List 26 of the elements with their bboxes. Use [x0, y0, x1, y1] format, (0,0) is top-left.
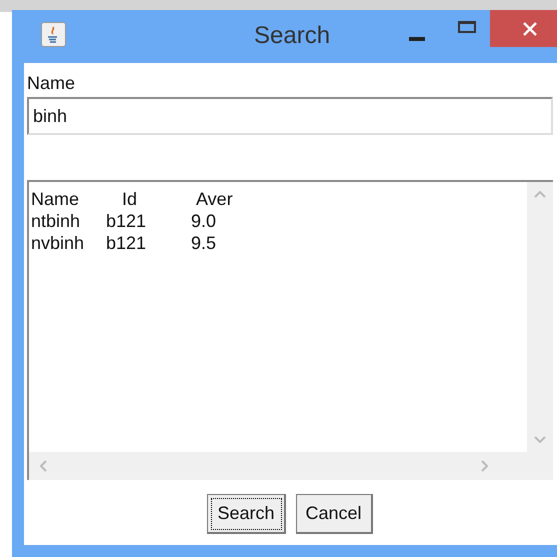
result-cell-text: b121 [106, 232, 148, 254]
result-cell-text: nvbinh [31, 232, 86, 254]
vertical-scrollbar[interactable] [527, 182, 553, 452]
name-field[interactable]: binh [27, 97, 553, 135]
column-header: Aver [195, 188, 233, 210]
horizontal-scrollbar[interactable] [29, 452, 527, 480]
scroll-right-icon[interactable] [481, 460, 489, 472]
column-header: Name [31, 188, 80, 210]
window-title: Search [254, 22, 330, 50]
search-button[interactable]: Search [207, 494, 286, 534]
java-app-icon[interactable] [41, 22, 66, 47]
field-label: Name [27, 72, 76, 95]
column-header: Id [121, 188, 138, 210]
cancel-button[interactable]: Cancel [296, 494, 373, 534]
result-cell: 9.5 [191, 232, 216, 254]
result-cell-text: b121 [106, 210, 148, 232]
scroll-left-icon[interactable] [39, 460, 47, 472]
results-text-area[interactable]: Name Id Aver ntbinh b121 9.0 nvbinh b121 9.5 [27, 180, 553, 480]
maximize-icon[interactable] [458, 21, 476, 33]
scroll-up-icon[interactable] [534, 190, 546, 198]
close-button[interactable] [490, 10, 557, 47]
close-icon [522, 20, 538, 36]
scroll-down-icon[interactable] [534, 436, 546, 444]
result-cell-text: ntbinh [31, 210, 82, 232]
result-cell: 9.0 [191, 210, 216, 232]
minimize-icon[interactable] [409, 37, 425, 41]
